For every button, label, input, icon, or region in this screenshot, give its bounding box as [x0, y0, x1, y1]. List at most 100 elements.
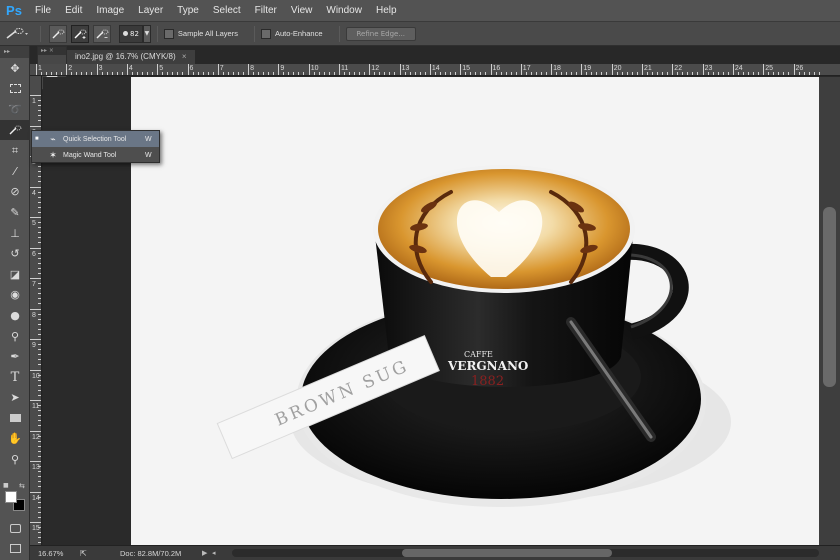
- document-size[interactable]: Doc: 82.8M/70.2M: [92, 549, 202, 558]
- swap-colors-icon[interactable]: ⇆: [19, 482, 25, 490]
- menu-filter[interactable]: Filter: [248, 0, 284, 22]
- menu-view[interactable]: View: [284, 0, 320, 22]
- ruler-tick-mark: [662, 72, 663, 75]
- ruler-tick-mark: [71, 72, 73, 75]
- subtract-from-selection-button[interactable]: [93, 24, 111, 43]
- sample-all-layers-checkbox[interactable]: [163, 28, 174, 39]
- new-selection-button[interactable]: [49, 24, 67, 43]
- refine-edge-button[interactable]: Refine Edge...: [345, 26, 417, 41]
- ruler-tick-mark: [38, 181, 41, 182]
- eyedropper-tool[interactable]: ⁄: [0, 161, 30, 182]
- stamp-icon: ⊥: [10, 226, 20, 240]
- hand-tool[interactable]: ✋: [0, 429, 30, 450]
- ruler-tick-mark: [38, 537, 41, 538]
- ruler-tick-mark: [38, 471, 41, 472]
- flyout-shortcut: W: [145, 135, 152, 143]
- type-tool[interactable]: T: [0, 367, 30, 388]
- ruler-tick-mark: [672, 64, 674, 75]
- default-colors-icon[interactable]: ■: [3, 482, 9, 489]
- foreground-color-swatch[interactable]: [5, 491, 17, 503]
- horizontal-scrollbar[interactable]: [232, 549, 819, 557]
- ruler-tick-label: 21: [644, 65, 652, 72]
- ruler-tick-mark: [177, 72, 179, 75]
- ruler-tick-mark: [652, 72, 653, 75]
- zoom-tool[interactable]: ⚲: [0, 449, 30, 470]
- horizontal-scroll-thumb[interactable]: [402, 549, 612, 557]
- ruler-tick-mark: [30, 247, 41, 249]
- brush-size-picker[interactable]: 82: [119, 24, 143, 43]
- ruler-tick-label: 8: [250, 65, 254, 72]
- brush-tool[interactable]: ✎: [0, 202, 30, 223]
- paint-bucket-tool[interactable]: ◉: [0, 285, 30, 306]
- panel-collapse-arrows[interactable]: ▸▸: [0, 46, 29, 58]
- ruler-tick-mark: [273, 72, 275, 75]
- ruler-tick-label: 18: [553, 65, 561, 72]
- menu-layer[interactable]: Layer: [131, 0, 170, 22]
- ruler-tick-mark: [38, 323, 41, 325]
- menu-file[interactable]: File: [28, 0, 58, 22]
- crop-tool[interactable]: ⌗: [0, 140, 30, 161]
- close-icon[interactable]: ×: [182, 52, 187, 61]
- flyout-quick-selection-tool[interactable]: ■ ⌁ Quick Selection Tool W: [32, 131, 159, 147]
- pen-tool[interactable]: ✒: [0, 346, 30, 367]
- flyout-magic-wand-tool[interactable]: ✶ Magic Wand Tool W: [32, 147, 159, 163]
- history-brush-tool[interactable]: ↺: [0, 243, 30, 264]
- healing-brush-tool[interactable]: ⊘: [0, 182, 30, 203]
- ruler-tick-mark: [803, 72, 805, 75]
- dodge-tool[interactable]: ⚲: [0, 326, 30, 347]
- ruler-tick-mark: [328, 72, 330, 75]
- lasso-tool[interactable]: ➰: [0, 99, 30, 120]
- ruler-tick-label: 14: [431, 65, 440, 72]
- ruler-tick-mark: [258, 72, 260, 75]
- ruler-tick-mark: [38, 252, 41, 254]
- quick-selection-tool[interactable]: [0, 119, 30, 141]
- ruler-tick-label: 3: [98, 65, 103, 72]
- document-canvas[interactable]: BROWN SUG CAFFE VERGNANO 1882: [131, 77, 819, 545]
- panel-collapse-arrows[interactable]: ▸▸ ×: [38, 47, 66, 55]
- export-icon[interactable]: ⇱: [80, 549, 92, 558]
- ruler-tick-mark: [30, 461, 41, 462]
- menu-type[interactable]: Type: [170, 0, 206, 22]
- ruler-tick-mark: [798, 72, 800, 75]
- document-tab[interactable]: ino2.jpg @ 16.7% (CMYK/8) ×: [67, 50, 195, 64]
- vertical-scroll-thumb[interactable]: [823, 207, 836, 387]
- marquee-tool[interactable]: [0, 79, 30, 100]
- ruler-tick-label: 19: [583, 65, 592, 72]
- ruler-tick-label: 24: [734, 65, 743, 72]
- auto-enhance-checkbox[interactable]: [260, 28, 271, 39]
- menu-image[interactable]: Image: [89, 0, 131, 22]
- ruler-tick-mark: [449, 72, 451, 75]
- quick-mask-button[interactable]: [0, 518, 30, 539]
- zoom-level[interactable]: 16.67%: [30, 549, 80, 558]
- ruler-tick-label: 1: [38, 65, 42, 72]
- ruler-tick-mark: [409, 72, 411, 75]
- ruler-tick-mark: [38, 384, 41, 386]
- rectangle-tool[interactable]: [0, 408, 30, 429]
- chevron-down-icon[interactable]: ▼: [142, 24, 151, 43]
- menu-window[interactable]: Window: [319, 0, 369, 22]
- ruler-tick-mark: [349, 72, 350, 75]
- clone-stamp-tool[interactable]: ⊥: [0, 223, 30, 244]
- ruler-tick-mark: [30, 491, 41, 493]
- path-selection-tool[interactable]: ➤: [0, 388, 30, 409]
- menu-help[interactable]: Help: [369, 0, 404, 22]
- scroll-left-icon[interactable]: ◂: [212, 549, 222, 557]
- move-tool[interactable]: ✥: [0, 58, 30, 79]
- chevron-right-icon[interactable]: ▶: [202, 549, 212, 557]
- menu-edit[interactable]: Edit: [58, 0, 89, 22]
- ruler-tick-mark: [515, 72, 517, 75]
- ruler-tick-mark: [30, 369, 41, 371]
- tool-preset-picker[interactable]: [0, 24, 34, 44]
- ruler-tick-mark: [530, 72, 532, 75]
- add-selection-icon: [74, 29, 87, 39]
- ruler-tick-mark: [298, 72, 300, 75]
- eraser-tool[interactable]: ◪: [0, 264, 30, 285]
- ruler-tick-mark: [631, 72, 633, 75]
- ruler-tick-mark: [434, 72, 436, 75]
- blur-tool[interactable]: ●: [0, 305, 30, 326]
- menu-select[interactable]: Select: [206, 0, 248, 22]
- add-to-selection-button[interactable]: [71, 24, 89, 43]
- vertical-scrollbar[interactable]: [819, 77, 840, 545]
- screen-mode-button[interactable]: [0, 538, 30, 559]
- ruler-tick-mark: [38, 532, 41, 533]
